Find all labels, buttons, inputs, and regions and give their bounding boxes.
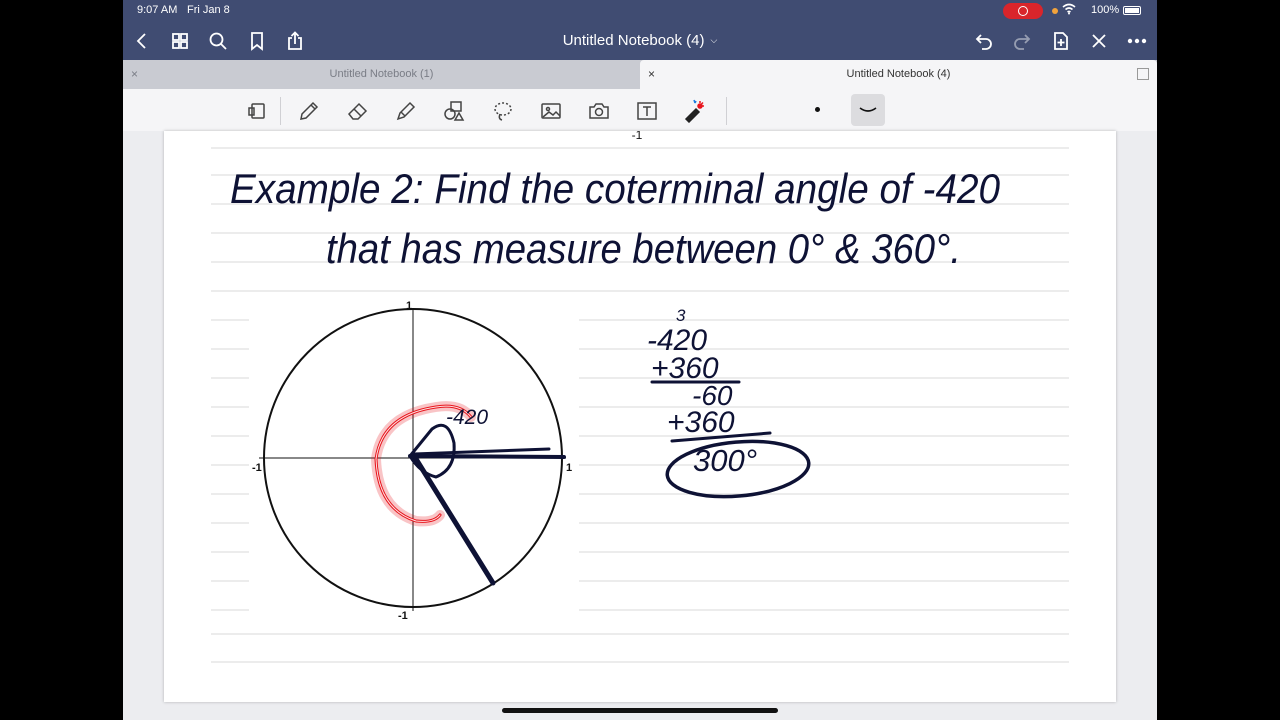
lasso-tool-icon[interactable] [491,99,515,123]
image-tool-icon[interactable] [539,99,563,123]
work-row4: +360 [667,406,735,439]
notebook-page[interactable]: -1 Example 2: Find the coterminal angle … [164,131,1116,702]
add-page-icon[interactable] [1050,30,1072,52]
battery-icon [1123,6,1141,15]
example-heading-line2: that has measure between 0° & 360°. [326,225,961,272]
document-tabs: × Untitled Notebook (1) × Untitled Noteb… [123,60,1157,89]
handwriting-canvas[interactable]: -1 Example 2: Find the coterminal angle … [164,131,1116,702]
wifi-icon [1062,3,1076,18]
home-indicator[interactable] [502,708,778,713]
text-tool-icon[interactable] [635,99,659,123]
axis-label-right: 1 [566,462,572,474]
screen-record-icon[interactable] [1003,3,1043,19]
pen-tool-icon[interactable] [297,99,321,123]
split-view-icon[interactable] [1137,68,1149,80]
laser-pointer-icon[interactable] [681,99,705,124]
notebook-title[interactable]: Untitled Notebook (4) ⌵ [123,32,1157,49]
eraser-tool-icon[interactable] [346,99,370,123]
toolbar-divider [726,97,727,125]
redo-icon[interactable] [1011,30,1033,52]
page-canvas-area: -1 Example 2: Find the coterminal angle … [123,131,1157,720]
mic-indicator-icon [1052,8,1058,14]
status-date: Fri Jan 8 [187,4,230,16]
read-only-mode-icon[interactable] [245,99,269,123]
tab-untitled-notebook-1[interactable]: × Untitled Notebook (1) [123,60,640,89]
example-heading-line1: Example 2: Find the coterminal angle of … [230,165,1001,212]
shapes-tool-icon[interactable] [442,99,466,123]
notebook-title-text: Untitled Notebook (4) [562,32,705,49]
tab-label: Untitled Notebook (1) [329,68,434,80]
status-time: 9:07 AM [137,4,178,16]
ipad-screen: 9:07 AM Fri Jan 8 100% Untitled Notebook… [123,0,1157,720]
tab-untitled-notebook-4[interactable]: × Untitled Notebook (4) [640,60,1157,89]
axis-label-top: 1 [406,300,412,312]
axis-label-bottom: -1 [398,610,408,622]
work-carry: 3 [676,306,686,325]
drawing-toolbar [123,89,1157,132]
more-icon[interactable] [1126,30,1148,52]
calculation-work: 3 -420 +360 -60 +360 300° [647,306,811,499]
battery-percent: 100% [1091,4,1120,16]
chevron-down-icon: ⌵ [710,35,718,45]
undo-icon[interactable] [973,30,995,52]
pen-stroke-selector[interactable] [851,94,885,126]
pen-color-swatch[interactable] [815,107,820,112]
status-bar: 9:07 AM Fri Jan 8 100% [123,0,1157,22]
camera-tool-icon[interactable] [587,99,611,123]
tab-label: Untitled Notebook (4) [846,68,951,80]
nav-bar: Untitled Notebook (4) ⌵ [123,22,1157,60]
highlighter-tool-icon[interactable] [394,99,418,123]
previous-page-label: -1 [632,131,643,142]
toolbar-divider [280,97,281,125]
axis-label-left: -1 [252,462,262,474]
close-edit-icon[interactable] [1088,30,1110,52]
angle-label: -420 [446,406,488,429]
